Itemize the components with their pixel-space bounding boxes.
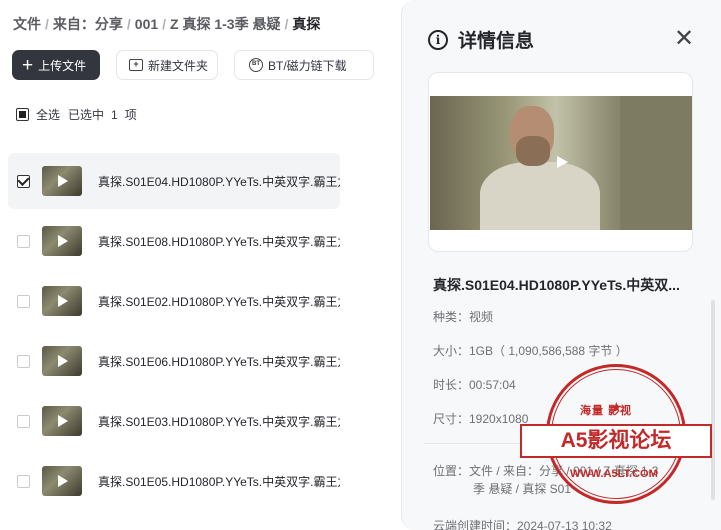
row-checkbox[interactable] (17, 294, 30, 308)
details-title: i 详情信息 (428, 26, 534, 53)
file-row[interactable]: 真探.S01E06.HD1080P.YYeTs.中英双字.霸王龙 (8, 333, 340, 389)
detail-created: 云端创建时间：2024-07-13 10:32 (433, 519, 612, 530)
breadcrumb-separator: / (45, 16, 49, 32)
video-thumbnail (42, 406, 82, 436)
video-preview[interactable] (430, 96, 692, 230)
breadcrumb-separator: / (162, 16, 167, 32)
file-name[interactable]: 真探.S01E03.HD1080P.YYeTs.中英双字.霸王龙 (98, 413, 340, 430)
breadcrumb: 文件 / 来自：分享/001/Z 真探 1-3季 悬疑 / 真探 (13, 14, 320, 34)
selected-text: 已选中 (68, 108, 105, 122)
bt-download-button[interactable]: BT BT/磁力链下载 (234, 50, 374, 80)
select-all-label[interactable]: 全选 (36, 106, 60, 123)
detail-size: 大小：1GB（ 1,090,586,588 字节 ） (433, 344, 628, 358)
video-thumbnail (42, 286, 82, 316)
detail-location: 位置：文件 / 来自：分享 / 001 / Z 真探 1-3 季 悬疑 / 真探… (433, 462, 703, 498)
selection-bar: 全选 已选中 1 项 (16, 106, 137, 123)
breadcrumb-item-current: 真探 (292, 16, 321, 32)
row-checkbox[interactable] (17, 354, 30, 368)
detail-divider (424, 443, 699, 444)
file-row[interactable]: 真探.S01E08.HD1080P.YYeTs.中英双字.霸王龙 (8, 213, 340, 269)
video-thumbnail (42, 166, 82, 196)
details-panel: i 详情信息 ✕ 真探.S01E04.HD1080P.YYeTs.中英双... … (401, 0, 721, 530)
selected-count: 1 (111, 107, 118, 122)
file-name[interactable]: 真探.S01E04.HD1080P.YYeTs.中英双字.霸王龙 (98, 173, 340, 190)
video-thumbnail (42, 466, 82, 496)
select-all-checkbox[interactable] (16, 108, 29, 121)
selected-unit: 项 (124, 108, 137, 122)
row-checkbox[interactable] (17, 234, 30, 248)
breadcrumb-item-series[interactable]: Z 真探 1-3季 悬疑 (170, 16, 280, 32)
preview-card (428, 72, 693, 252)
row-checkbox[interactable] (17, 174, 30, 188)
row-checkbox[interactable] (17, 474, 30, 488)
detail-location-line2: 季 悬疑 / 真探 S01 (473, 482, 572, 496)
detail-duration: 时长：00:57:04 (433, 378, 516, 392)
details-title-text: 详情信息 (458, 31, 535, 52)
detail-location-line1: 位置：文件 / 来自：分享 / 001 / Z 真探 1-3 (433, 464, 659, 478)
upload-button[interactable]: + 上传文件 (12, 50, 100, 80)
bt-icon: BT (249, 58, 263, 72)
play-icon[interactable] (557, 156, 568, 168)
breadcrumb-separator: / (126, 16, 131, 32)
video-thumbnail (42, 346, 82, 376)
row-checkbox[interactable] (17, 414, 30, 428)
file-name[interactable]: 真探.S01E02.HD1080P.YYeTs.中英双字.霸王龙 (98, 293, 340, 310)
new-folder-icon: + (129, 59, 143, 71)
preview-figure-body (480, 162, 600, 230)
info-icon: i (428, 29, 448, 50)
preview-wall (620, 96, 692, 230)
new-folder-button[interactable]: + 新建文件夹 (116, 50, 218, 80)
bt-download-label: BT/磁力链下载 (268, 58, 347, 73)
upload-label: 上传文件 (38, 58, 87, 73)
breadcrumb-separator: / (284, 16, 289, 32)
detail-file-name: 真探.S01E04.HD1080P.YYeTs.中英双... (433, 277, 680, 293)
file-row[interactable]: 真探.S01E04.HD1080P.YYeTs.中英双字.霸王龙 (8, 153, 340, 209)
file-name[interactable]: 真探.S01E05.HD1080P.YYeTs.中英双字.霸王龙 (98, 473, 340, 490)
breadcrumb-item-001[interactable]: 001 (135, 16, 158, 32)
details-scrollbar[interactable] (711, 300, 715, 500)
file-row[interactable]: 真探.S01E05.HD1080P.YYeTs.中英双字.霸王龙 (8, 453, 340, 509)
detail-resolution: 尺寸：1920x1080 (433, 412, 529, 426)
detail-type: 种类：视频 (433, 310, 494, 324)
file-name[interactable]: 真探.S01E08.HD1080P.YYeTs.中英双字.霸王龙 (98, 233, 340, 250)
plus-icon: + (22, 54, 34, 76)
file-name[interactable]: 真探.S01E06.HD1080P.YYeTs.中英双字.霸王龙 (98, 353, 340, 370)
breadcrumb-item-files[interactable]: 文件 (13, 16, 41, 32)
close-icon[interactable]: ✕ (674, 27, 694, 51)
breadcrumb-item-shared[interactable]: 来自：分享 (53, 16, 123, 32)
file-row[interactable]: 真探.S01E02.HD1080P.YYeTs.中英双字.霸王龙 (8, 273, 340, 329)
preview-figure-beard (516, 136, 550, 166)
new-folder-label: 新建文件夹 (148, 58, 209, 73)
file-row[interactable]: 真探.S01E03.HD1080P.YYeTs.中英双字.霸王龙 (8, 393, 340, 449)
video-thumbnail (42, 226, 82, 256)
